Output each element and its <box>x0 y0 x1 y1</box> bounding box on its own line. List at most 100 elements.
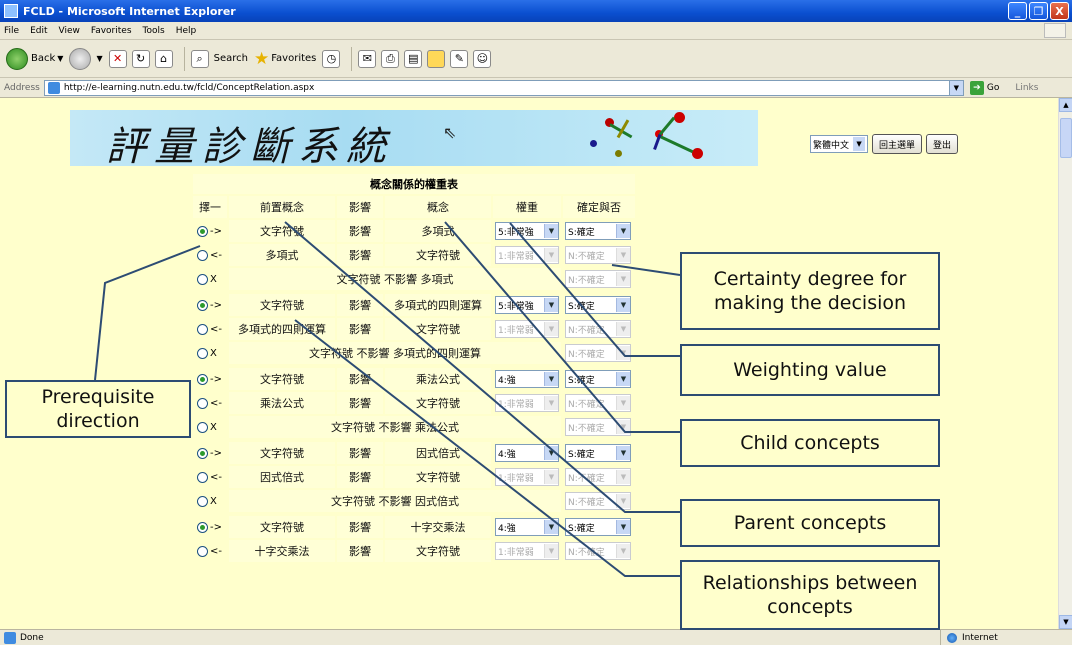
history-icon[interactable]: ◷ <box>322 49 341 68</box>
forward-dropdown-icon: ▼ <box>96 54 103 63</box>
minimize-button[interactable]: _ <box>1008 2 1027 20</box>
links-button[interactable]: Links <box>1015 83 1038 93</box>
chevron-down-icon: ▼ <box>544 372 558 386</box>
molecule-bond <box>659 135 694 154</box>
stop-icon[interactable]: ✕ <box>108 49 127 68</box>
scroll-up-icon[interactable]: ▲ <box>1059 98 1072 112</box>
direction-radio-option[interactable]: X <box>193 490 227 512</box>
molecule-bond <box>653 133 662 151</box>
chevron-down-icon: ▼ <box>616 544 630 558</box>
direction-radio-option[interactable]: -> <box>193 368 227 390</box>
radio-button[interactable] <box>197 347 208 359</box>
prerequisite-concept-cell: 多項式的四則運算 <box>229 318 335 340</box>
radio-button[interactable] <box>197 397 208 409</box>
radio-button[interactable] <box>197 471 208 483</box>
menu-file[interactable]: File <box>4 26 19 36</box>
language-select[interactable]: 繁體中文 ▼ <box>810 135 869 153</box>
menu-view[interactable]: View <box>59 26 80 36</box>
favorites-button[interactable]: ★ Favorites <box>254 49 316 69</box>
chevron-down-icon: ▼ <box>853 137 866 151</box>
refresh-icon[interactable]: ↻ <box>131 49 150 68</box>
prerequisite-concept-cell: 文字符號 <box>229 220 335 242</box>
effect-cell: 影響 <box>337 244 383 266</box>
prerequisite-concept-cell: 乘法公式 <box>229 392 335 414</box>
chevron-down-icon: ▼ <box>544 470 558 484</box>
radio-button[interactable] <box>197 323 208 335</box>
research-icon[interactable]: ✎ <box>450 49 469 68</box>
weight-select[interactable]: 5:非常強 ▼ <box>495 222 559 240</box>
weight-select[interactable]: 4:強 ▼ <box>495 370 559 388</box>
back-button[interactable]: Back ▼ <box>6 47 63 70</box>
main-menu-button[interactable]: 回主選單 <box>872 134 923 154</box>
messenger-icon[interactable]: ☺ <box>473 49 492 68</box>
go-button[interactable]: ➔ Go <box>969 80 999 95</box>
radio-button[interactable] <box>197 545 208 557</box>
direction-radio-option[interactable]: <- <box>193 392 227 414</box>
scroll-thumb[interactable] <box>1060 118 1072 158</box>
direction-radio-option[interactable]: -> <box>193 516 227 538</box>
forward-button[interactable]: ▼ <box>69 47 103 70</box>
direction-radio-option[interactable]: -> <box>193 442 227 464</box>
radio-button[interactable] <box>197 521 208 533</box>
maximize-button[interactable]: ❐ <box>1029 2 1048 20</box>
effect-cell: 影響 <box>337 540 383 562</box>
logout-button[interactable]: 登出 <box>926 134 959 154</box>
menu-tools[interactable]: Tools <box>143 26 165 36</box>
scroll-down-icon[interactable]: ▼ <box>1059 615 1072 629</box>
direction-radio-option[interactable]: -> <box>193 220 227 242</box>
close-button[interactable]: X <box>1050 2 1069 20</box>
direction-arrow-label: -> <box>210 225 222 237</box>
radio-button[interactable] <box>197 299 208 311</box>
weight-select[interactable]: 5:非常強 ▼ <box>495 296 559 314</box>
effect-cell: 影響 <box>337 442 383 464</box>
chevron-down-icon: ▼ <box>616 224 630 238</box>
edit-icon[interactable]: ▤ <box>404 49 423 68</box>
weight-value: 1:非常弱 <box>498 399 534 410</box>
radio-button[interactable] <box>197 249 208 261</box>
search-button[interactable]: ⌕ Search <box>190 49 248 68</box>
globe-icon <box>947 633 957 643</box>
direction-radio-option[interactable]: X <box>193 342 227 364</box>
banner: 評量診斷系統 ⇖ <box>70 110 758 170</box>
certainty-select[interactable]: S:確定 ▼ <box>565 444 631 462</box>
direction-radio-option[interactable]: <- <box>193 318 227 340</box>
direction-radio-option[interactable]: <- <box>193 466 227 488</box>
certainty-select[interactable]: S:確定 ▼ <box>565 518 631 536</box>
menu-favorites[interactable]: Favorites <box>91 26 132 36</box>
table-title: 概念關係的權重表 <box>193 174 635 194</box>
direction-radio-option[interactable]: <- <box>193 244 227 266</box>
no-relation-text: 文字符號 不影響 多項式的四則運算 <box>229 342 561 364</box>
zone-text: Internet <box>962 633 998 643</box>
weight-value: 5:非常強 <box>498 301 534 312</box>
direction-radio-option[interactable]: X <box>193 268 227 290</box>
weight-select: 1:非常弱 ▼ <box>495 320 559 338</box>
direction-radio-option[interactable]: <- <box>193 540 227 562</box>
weight-select[interactable]: 4:強 ▼ <box>495 444 559 462</box>
radio-button[interactable] <box>197 225 208 237</box>
direction-radio-option[interactable]: -> <box>193 294 227 316</box>
radio-button[interactable] <box>197 273 208 285</box>
menu-edit[interactable]: Edit <box>30 26 47 36</box>
header-prerequisite: 前置概念 <box>229 196 335 218</box>
certainty-select[interactable]: S:確定 ▼ <box>565 296 631 314</box>
direction-radio-option[interactable]: X <box>193 416 227 438</box>
address-input[interactable]: http://e-learning.nutn.edu.tw/fcld/Conce… <box>43 79 964 96</box>
certainty-select[interactable]: S:確定 ▼ <box>565 370 631 388</box>
mail-icon[interactable]: ✉ <box>358 49 377 68</box>
radio-button[interactable] <box>197 421 208 433</box>
address-dropdown-icon[interactable]: ▼ <box>948 80 963 95</box>
vertical-scrollbar[interactable]: ▲ ▼ <box>1058 98 1072 629</box>
radio-button[interactable] <box>197 373 208 385</box>
certainty-select[interactable]: S:確定 ▼ <box>565 222 631 240</box>
header-certainty: 確定與否 <box>563 196 635 218</box>
certainty-value: N:不確定 <box>568 399 605 410</box>
print-icon[interactable]: ⎙ <box>381 49 400 68</box>
certainty-value: N:不確定 <box>568 473 605 484</box>
weight-select[interactable]: 4:強 ▼ <box>495 518 559 536</box>
radio-button[interactable] <box>197 447 208 459</box>
menu-help[interactable]: Help <box>176 26 197 36</box>
radio-button[interactable] <box>197 495 208 507</box>
top-controls: 繁體中文 ▼ 回主選單 登出 <box>810 134 959 154</box>
folder-icon[interactable] <box>427 49 446 68</box>
home-icon[interactable]: ⌂ <box>154 49 173 68</box>
